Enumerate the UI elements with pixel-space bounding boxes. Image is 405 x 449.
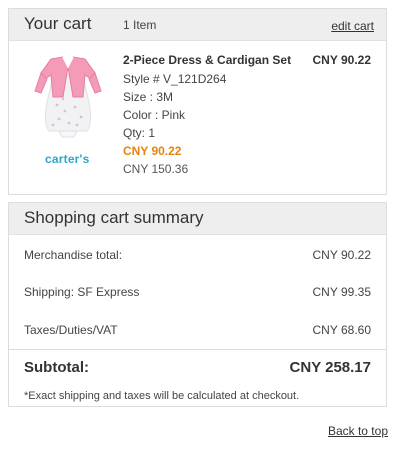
product-color: Color : Pink [123, 108, 186, 122]
taxes-label: Taxes/Duties/VAT [24, 323, 118, 337]
summary-panel: Shopping cart summary Merchandise total:… [8, 202, 387, 407]
product-name[interactable]: 2-Piece Dress & Cardigan Set [123, 53, 291, 67]
cart-title: Your cart [24, 14, 92, 33]
product-style: Style # V_121D264 [123, 72, 227, 86]
original-price: CNY 150.36 [123, 162, 189, 176]
product-price: CNY 90.22 [312, 53, 371, 67]
back-to-top-link[interactable]: Back to top [328, 424, 388, 438]
subtotal-label: Subtotal: [24, 359, 89, 376]
cart-panel: Your cart 1 Item edit cart carter's 2-Pi… [8, 8, 387, 195]
summary-header: Shopping cart summary [9, 203, 386, 235]
shipping-row: Shipping: SF Express CNY 99.35 [24, 285, 371, 299]
shipping-label: Shipping: SF Express [24, 285, 140, 299]
dress-cardigan-image [34, 56, 102, 138]
taxes-row: Taxes/Duties/VAT CNY 68.60 [24, 323, 371, 337]
taxes-value: CNY 68.60 [312, 323, 371, 337]
item-count: 1 Item [123, 18, 157, 32]
merchandise-label: Merchandise total: [24, 248, 123, 262]
carters-logo: carter's [45, 152, 90, 166]
summary-title: Shopping cart summary [24, 208, 204, 227]
sale-price: CNY 90.22 [123, 144, 182, 158]
merchandise-total-row: Merchandise total: CNY 90.22 [24, 248, 371, 262]
product-qty: Qty: 1 [123, 126, 156, 140]
subtotal-value: CNY 258.17 [289, 359, 371, 376]
product-image[interactable] [29, 53, 107, 139]
shipping-value: CNY 99.35 [312, 285, 371, 299]
product-size: Size : 3M [123, 90, 174, 104]
cart-header: Your cart 1 Item edit cart [9, 9, 386, 41]
checkout-note: *Exact shipping and taxes will be calcul… [24, 390, 300, 402]
edit-cart-link[interactable]: edit cart [331, 19, 374, 33]
summary-divider [9, 349, 386, 350]
merchandise-value: CNY 90.22 [312, 248, 371, 262]
